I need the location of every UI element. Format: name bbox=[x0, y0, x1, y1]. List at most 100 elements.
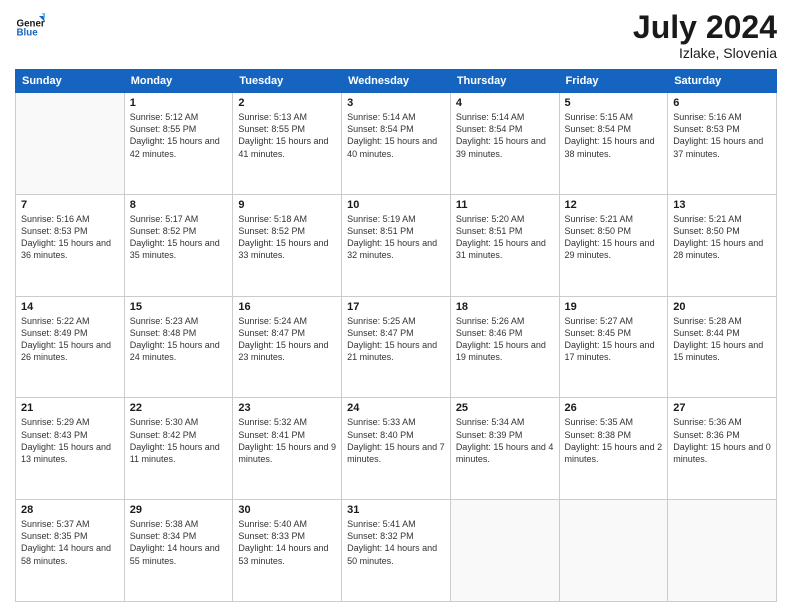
day-header-monday: Monday bbox=[124, 70, 233, 93]
day-info: Sunrise: 5:16 AM Sunset: 8:53 PM Dayligh… bbox=[21, 213, 119, 262]
calendar-cell: 6 Sunrise: 5:16 AM Sunset: 8:53 PM Daylig… bbox=[668, 93, 777, 195]
day-number: 10 bbox=[347, 199, 445, 211]
day-info: Sunrise: 5:22 AM Sunset: 8:49 PM Dayligh… bbox=[21, 315, 119, 364]
day-number: 23 bbox=[238, 402, 336, 414]
day-number: 18 bbox=[456, 301, 554, 313]
day-number: 15 bbox=[130, 301, 228, 313]
calendar-cell: 26 Sunrise: 5:35 AM Sunset: 8:38 PM Dayli… bbox=[559, 398, 668, 500]
day-info: Sunrise: 5:18 AM Sunset: 8:52 PM Dayligh… bbox=[238, 213, 336, 262]
day-info: Sunrise: 5:38 AM Sunset: 8:34 PM Dayligh… bbox=[130, 518, 228, 567]
day-number: 19 bbox=[565, 301, 663, 313]
calendar-cell: 17 Sunrise: 5:25 AM Sunset: 8:47 PM Dayli… bbox=[342, 296, 451, 398]
day-number: 2 bbox=[238, 97, 336, 109]
calendar-body: 1Sunrise: 5:12 AM Sunset: 8:55 PM Daylig… bbox=[16, 93, 777, 602]
day-info: Sunrise: 5:21 AM Sunset: 8:50 PM Dayligh… bbox=[565, 213, 663, 262]
day-info: Sunrise: 5:17 AM Sunset: 8:52 PM Dayligh… bbox=[130, 213, 228, 262]
month-year-title: July 2024 bbox=[633, 10, 777, 45]
calendar-cell: 29 Sunrise: 5:38 AM Sunset: 8:34 PM Dayli… bbox=[124, 500, 233, 602]
week-row-3: 14 Sunrise: 5:22 AM Sunset: 8:49 PM Dayli… bbox=[16, 296, 777, 398]
day-number: 4 bbox=[456, 97, 554, 109]
day-info: Sunrise: 5:19 AM Sunset: 8:51 PM Dayligh… bbox=[347, 213, 445, 262]
day-number: 14 bbox=[21, 301, 119, 313]
day-header-tuesday: Tuesday bbox=[233, 70, 342, 93]
day-number: 25 bbox=[456, 402, 554, 414]
day-info: Sunrise: 5:26 AM Sunset: 8:46 PM Dayligh… bbox=[456, 315, 554, 364]
calendar-cell: 7Sunrise: 5:16 AM Sunset: 8:53 PM Daylig… bbox=[16, 194, 125, 296]
day-info: Sunrise: 5:15 AM Sunset: 8:54 PM Dayligh… bbox=[565, 111, 663, 160]
calendar-cell bbox=[559, 500, 668, 602]
day-number: 27 bbox=[673, 402, 771, 414]
calendar-cell: 13 Sunrise: 5:21 AM Sunset: 8:50 PM Dayli… bbox=[668, 194, 777, 296]
calendar-cell: 31 Sunrise: 5:41 AM Sunset: 8:32 PM Dayli… bbox=[342, 500, 451, 602]
calendar-cell bbox=[16, 93, 125, 195]
day-info: Sunrise: 5:41 AM Sunset: 8:32 PM Dayligh… bbox=[347, 518, 445, 567]
calendar-cell: 21 Sunrise: 5:29 AM Sunset: 8:43 PM Dayli… bbox=[16, 398, 125, 500]
day-info: Sunrise: 5:23 AM Sunset: 8:48 PM Dayligh… bbox=[130, 315, 228, 364]
calendar-cell: 25 Sunrise: 5:34 AM Sunset: 8:39 PM Dayli… bbox=[450, 398, 559, 500]
calendar-cell: 12 Sunrise: 5:21 AM Sunset: 8:50 PM Dayli… bbox=[559, 194, 668, 296]
calendar-cell: 27 Sunrise: 5:36 AM Sunset: 8:36 PM Dayli… bbox=[668, 398, 777, 500]
day-number: 26 bbox=[565, 402, 663, 414]
day-info: Sunrise: 5:32 AM Sunset: 8:41 PM Dayligh… bbox=[238, 416, 336, 465]
day-info: Sunrise: 5:13 AM Sunset: 8:55 PM Dayligh… bbox=[238, 111, 336, 160]
day-number: 17 bbox=[347, 301, 445, 313]
day-info: Sunrise: 5:28 AM Sunset: 8:44 PM Dayligh… bbox=[673, 315, 771, 364]
calendar-cell: 19 Sunrise: 5:27 AM Sunset: 8:45 PM Dayli… bbox=[559, 296, 668, 398]
day-number: 29 bbox=[130, 504, 228, 516]
logo: General Blue bbox=[15, 10, 45, 40]
day-info: Sunrise: 5:16 AM Sunset: 8:53 PM Dayligh… bbox=[673, 111, 771, 160]
day-number: 5 bbox=[565, 97, 663, 109]
calendar-cell: 3Sunrise: 5:14 AM Sunset: 8:54 PM Daylig… bbox=[342, 93, 451, 195]
day-number: 6 bbox=[673, 97, 771, 109]
day-number: 31 bbox=[347, 504, 445, 516]
day-info: Sunrise: 5:35 AM Sunset: 8:38 PM Dayligh… bbox=[565, 416, 663, 465]
calendar-cell: 20 Sunrise: 5:28 AM Sunset: 8:44 PM Dayli… bbox=[668, 296, 777, 398]
calendar-cell: 16 Sunrise: 5:24 AM Sunset: 8:47 PM Dayli… bbox=[233, 296, 342, 398]
week-row-1: 1Sunrise: 5:12 AM Sunset: 8:55 PM Daylig… bbox=[16, 93, 777, 195]
day-info: Sunrise: 5:34 AM Sunset: 8:39 PM Dayligh… bbox=[456, 416, 554, 465]
calendar-cell: 8 Sunrise: 5:17 AM Sunset: 8:52 PM Daylig… bbox=[124, 194, 233, 296]
calendar-cell: 22Sunrise: 5:30 AM Sunset: 8:42 PM Dayli… bbox=[124, 398, 233, 500]
week-row-2: 7Sunrise: 5:16 AM Sunset: 8:53 PM Daylig… bbox=[16, 194, 777, 296]
day-info: Sunrise: 5:36 AM Sunset: 8:36 PM Dayligh… bbox=[673, 416, 771, 465]
day-number: 20 bbox=[673, 301, 771, 313]
location-subtitle: Izlake, Slovenia bbox=[633, 45, 777, 61]
calendar-cell: 2 Sunrise: 5:13 AM Sunset: 8:55 PM Daylig… bbox=[233, 93, 342, 195]
day-info: Sunrise: 5:12 AM Sunset: 8:55 PM Dayligh… bbox=[130, 111, 228, 160]
week-row-4: 21 Sunrise: 5:29 AM Sunset: 8:43 PM Dayli… bbox=[16, 398, 777, 500]
day-header-friday: Friday bbox=[559, 70, 668, 93]
day-number: 9 bbox=[238, 199, 336, 211]
calendar-cell: 14 Sunrise: 5:22 AM Sunset: 8:49 PM Dayli… bbox=[16, 296, 125, 398]
calendar-cell: 1Sunrise: 5:12 AM Sunset: 8:55 PM Daylig… bbox=[124, 93, 233, 195]
day-number: 8 bbox=[130, 199, 228, 211]
day-number: 24 bbox=[347, 402, 445, 414]
day-number: 16 bbox=[238, 301, 336, 313]
calendar-cell: 5 Sunrise: 5:15 AM Sunset: 8:54 PM Daylig… bbox=[559, 93, 668, 195]
day-info: Sunrise: 5:14 AM Sunset: 8:54 PM Dayligh… bbox=[456, 111, 554, 160]
day-info: Sunrise: 5:37 AM Sunset: 8:35 PM Dayligh… bbox=[21, 518, 119, 567]
day-header-wednesday: Wednesday bbox=[342, 70, 451, 93]
day-number: 11 bbox=[456, 199, 554, 211]
day-info: Sunrise: 5:33 AM Sunset: 8:40 PM Dayligh… bbox=[347, 416, 445, 465]
day-number: 13 bbox=[673, 199, 771, 211]
day-info: Sunrise: 5:21 AM Sunset: 8:50 PM Dayligh… bbox=[673, 213, 771, 262]
day-info: Sunrise: 5:14 AM Sunset: 8:54 PM Dayligh… bbox=[347, 111, 445, 160]
day-number: 12 bbox=[565, 199, 663, 211]
calendar-cell bbox=[450, 500, 559, 602]
day-info: Sunrise: 5:25 AM Sunset: 8:47 PM Dayligh… bbox=[347, 315, 445, 364]
calendar-cell: 30Sunrise: 5:40 AM Sunset: 8:33 PM Dayli… bbox=[233, 500, 342, 602]
day-header-sunday: Sunday bbox=[16, 70, 125, 93]
calendar-header: SundayMondayTuesdayWednesdayThursdayFrid… bbox=[16, 70, 777, 93]
page-header: General Blue July 2024 Izlake, Slovenia bbox=[15, 10, 777, 61]
days-header-row: SundayMondayTuesdayWednesdayThursdayFrid… bbox=[16, 70, 777, 93]
title-block: July 2024 Izlake, Slovenia bbox=[633, 10, 777, 61]
svg-text:Blue: Blue bbox=[17, 28, 39, 39]
day-info: Sunrise: 5:29 AM Sunset: 8:43 PM Dayligh… bbox=[21, 416, 119, 465]
day-info: Sunrise: 5:27 AM Sunset: 8:45 PM Dayligh… bbox=[565, 315, 663, 364]
calendar-cell: 18 Sunrise: 5:26 AM Sunset: 8:46 PM Dayli… bbox=[450, 296, 559, 398]
day-info: Sunrise: 5:24 AM Sunset: 8:47 PM Dayligh… bbox=[238, 315, 336, 364]
calendar-cell: 9 Sunrise: 5:18 AM Sunset: 8:52 PM Daylig… bbox=[233, 194, 342, 296]
day-number: 30 bbox=[238, 504, 336, 516]
day-number: 21 bbox=[21, 402, 119, 414]
logo-icon: General Blue bbox=[15, 10, 45, 40]
